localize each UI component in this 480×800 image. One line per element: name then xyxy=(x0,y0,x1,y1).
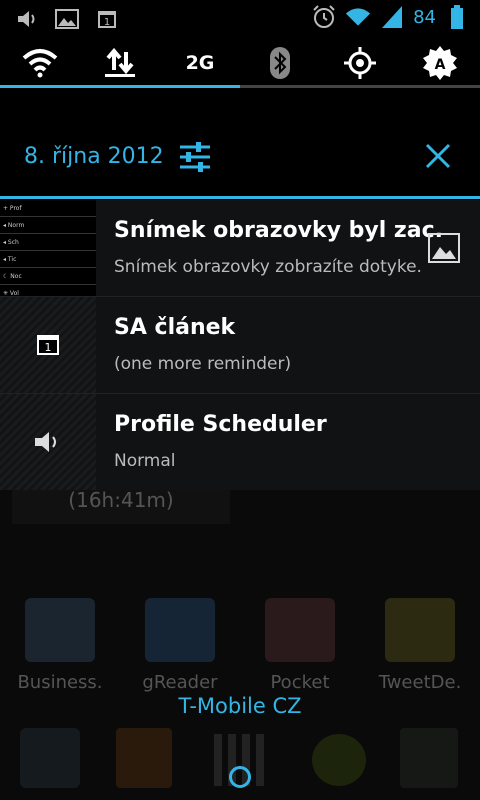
notification-icon-area: 1 xyxy=(0,297,96,393)
cell-signal-icon xyxy=(379,4,405,30)
wifi-signal-icon xyxy=(345,4,371,30)
dock-clock-icon[interactable] xyxy=(400,728,458,788)
notification-title: Profile Scheduler xyxy=(114,412,327,437)
notification-text: Normal xyxy=(114,451,176,471)
image-icon xyxy=(428,233,460,267)
status-bar: 1 84 xyxy=(0,0,480,38)
toggle-wifi[interactable] xyxy=(0,38,80,88)
carrier-label: T-Mobile CZ xyxy=(178,694,302,718)
home-screen-background: (16h:41m) Business. gReader Pocket Tweet… xyxy=(0,490,480,800)
dock-calendar-icon[interactable] xyxy=(20,728,80,788)
gps-icon xyxy=(344,47,376,79)
calendar-icon: 1 xyxy=(94,6,120,32)
notification-title: Snímek obrazovky byl zac. xyxy=(114,218,443,243)
pocket-icon xyxy=(265,598,335,662)
drag-handle[interactable] xyxy=(229,766,251,788)
toggle-auto-brightness[interactable]: A xyxy=(400,38,480,88)
svg-text:A: A xyxy=(435,57,446,73)
notification-calendar[interactable]: 1 SA článek (one more reminder) xyxy=(0,297,480,394)
app-tweetdeck[interactable]: TweetDe. xyxy=(370,598,470,693)
dock-go-sms-icon[interactable] xyxy=(312,734,366,786)
toggle-data[interactable] xyxy=(80,38,160,88)
clear-all-icon[interactable] xyxy=(424,142,452,174)
calendar-icon: 1 xyxy=(37,335,59,355)
volume-icon xyxy=(35,432,56,452)
date-label: 8. října 2012 xyxy=(24,144,164,169)
svg-text:1: 1 xyxy=(45,341,52,354)
battery-icon xyxy=(444,4,470,30)
notification-icon-area xyxy=(0,394,96,490)
business-calendar-icon xyxy=(25,598,95,662)
app-label: TweetDe. xyxy=(378,672,462,693)
greader-icon xyxy=(145,598,215,662)
bluetooth-icon xyxy=(270,47,290,79)
image-icon xyxy=(54,6,80,32)
notification-title: SA článek xyxy=(114,315,236,340)
toggle-bluetooth[interactable] xyxy=(240,38,320,88)
data-transfer-icon xyxy=(105,48,135,77)
screenshot-thumbnail: + Prof ◂ Norm ◂ Sch ◂ Tic ☾ Noc ✳ Vol xyxy=(0,200,96,302)
network-mode-label: 2G xyxy=(185,52,215,74)
dock-contacts-icon[interactable] xyxy=(116,728,172,788)
wifi-icon xyxy=(22,49,58,78)
header-divider xyxy=(0,196,480,199)
notification-text: Snímek obrazovky zobrazíte dotyke. xyxy=(114,257,422,277)
notification-header: 8. října 2012 xyxy=(0,120,480,194)
volume-icon xyxy=(14,6,40,32)
svg-text:1: 1 xyxy=(104,17,110,28)
alarm-icon xyxy=(311,4,337,30)
app-label: Pocket xyxy=(270,672,330,693)
app-greader[interactable]: gReader xyxy=(130,598,230,693)
app-pocket[interactable]: Pocket xyxy=(250,598,350,693)
timer-widget: (16h:41m) xyxy=(12,490,230,524)
app-label: Business. xyxy=(17,672,103,693)
notification-profile[interactable]: Profile Scheduler Normal xyxy=(0,394,480,491)
notification-text: (one more reminder) xyxy=(114,354,292,374)
tweetdeck-icon xyxy=(385,598,455,662)
quick-toggles: 2G A xyxy=(0,38,480,88)
toggle-network-mode[interactable]: 2G xyxy=(160,38,240,88)
app-label: gReader xyxy=(142,672,218,693)
battery-percentage: 84 xyxy=(413,6,436,28)
auto-brightness-icon: A xyxy=(423,46,457,80)
notification-screenshot[interactable]: + Prof ◂ Norm ◂ Sch ◂ Tic ☾ Noc ✳ Vol Sn… xyxy=(0,200,480,302)
app-business[interactable]: Business. xyxy=(10,598,110,693)
toggle-gps[interactable] xyxy=(320,38,400,88)
settings-sliders-icon[interactable] xyxy=(178,142,212,176)
